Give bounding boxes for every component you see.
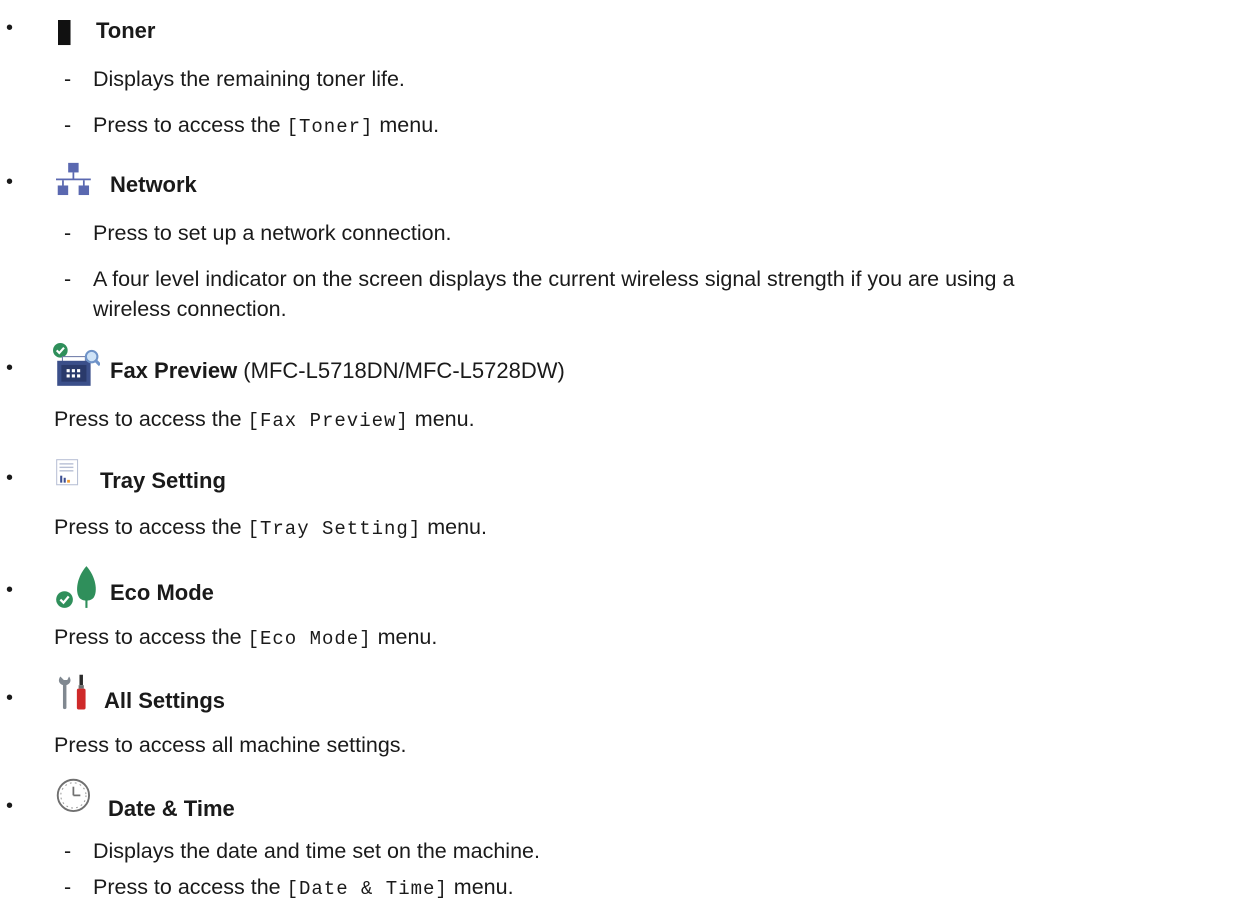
dash: - (64, 839, 72, 863)
list-item-tray-setting: • Tray Setting (0, 456, 1254, 506)
item-text: Press to access the [Tray Setting] menu. (54, 515, 487, 540)
item-title: Network (110, 172, 197, 197)
item-title: All Settings (104, 688, 226, 713)
item-title: Date & Time (108, 796, 235, 821)
item-title: Fax Preview (MFC-L5718DN/MFC-L5728DW) (110, 358, 565, 383)
toner-icon (58, 20, 71, 46)
tray-setting-icon (56, 459, 79, 486)
bullet: • (6, 795, 14, 817)
item-text: Press to access the [Eco Mode] menu. (54, 625, 438, 650)
bullet: • (6, 17, 14, 39)
item-text: Press to access the [Toner] menu. (93, 113, 440, 138)
list-item-toner: • Toner (0, 6, 1254, 56)
date-time-icon (56, 778, 90, 812)
item-text: Press to set up a network connection. (93, 221, 452, 245)
list-item-all-settings: • All Settings (0, 674, 1254, 726)
dash: - (64, 67, 72, 91)
bullet: • (6, 579, 14, 601)
bullet: • (6, 171, 14, 193)
item-title: Tray Setting (100, 468, 226, 493)
bullet: • (6, 467, 14, 489)
item-text: Displays the date and time set on the ma… (93, 839, 540, 863)
bullet: • (6, 687, 14, 709)
item-text: wireless connection. (93, 297, 287, 321)
bullet: • (6, 357, 14, 379)
item-text: Press to access the [Fax Preview] menu. (54, 407, 475, 432)
network-icon (56, 162, 91, 196)
list-item-date-time: • Date & Time (0, 778, 1254, 834)
all-settings-icon (58, 674, 86, 710)
dash: - (64, 875, 72, 899)
item-text: Press to access all machine settings. (54, 733, 407, 757)
dash: - (64, 113, 72, 137)
dash: - (64, 221, 72, 245)
item-text: A four level indicator on the screen dis… (93, 267, 1015, 291)
item-text: Displays the remaining toner life. (93, 67, 405, 91)
item-text: Press to access the [Date & Time] menu. (93, 875, 514, 900)
list-item-network: • Network (0, 160, 1254, 210)
item-title: Toner (96, 18, 156, 43)
list-item-eco-mode: • Eco Mode (0, 566, 1254, 618)
dash: - (64, 267, 72, 291)
fax-preview-icon (53, 343, 100, 386)
item-title: Eco Mode (110, 580, 214, 605)
list-item-fax-preview: • Fax Preview (MFC-L5718DN/MFC-L5728DW) (0, 343, 1254, 396)
eco-mode-icon (56, 566, 96, 608)
